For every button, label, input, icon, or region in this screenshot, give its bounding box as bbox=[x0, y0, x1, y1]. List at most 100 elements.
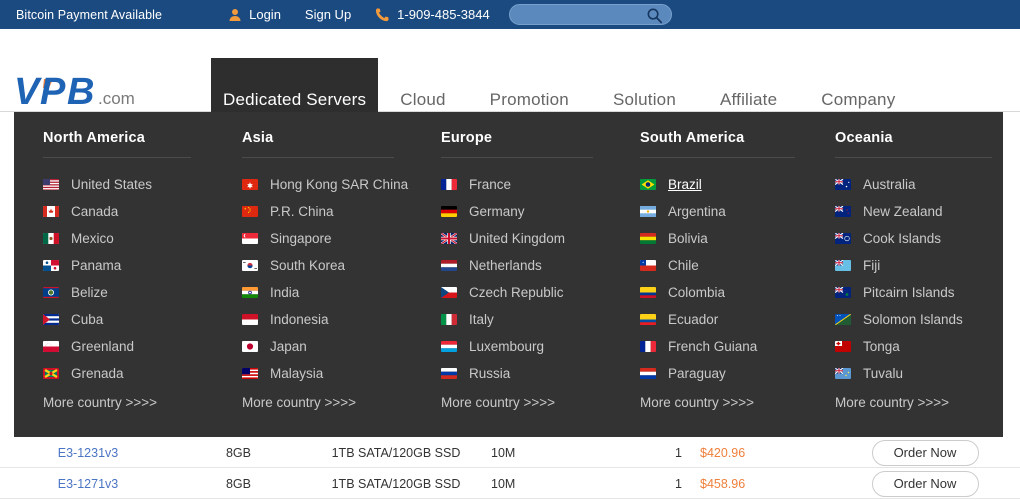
flag-gf-icon bbox=[640, 341, 656, 352]
more-country-link[interactable]: More country >>>> bbox=[640, 395, 835, 410]
country-item[interactable]: Italy bbox=[441, 306, 640, 333]
svg-text:P: P bbox=[40, 73, 66, 113]
flag-cu-icon bbox=[43, 314, 59, 325]
flag-it-icon bbox=[441, 314, 457, 325]
nav-label: Promotion bbox=[489, 89, 569, 109]
signup-link[interactable]: Sign Up bbox=[305, 7, 351, 22]
country-item[interactable]: Pitcairn Islands bbox=[835, 279, 1005, 306]
flag-pn-icon bbox=[835, 287, 851, 298]
country-item[interactable]: Solomon Islands bbox=[835, 306, 1005, 333]
country-label: French Guiana bbox=[668, 339, 758, 354]
country-label: France bbox=[469, 177, 512, 192]
country-item[interactable]: Fiji bbox=[835, 252, 1005, 279]
nav-label: Dedicated Servers bbox=[223, 89, 367, 109]
country-label: Russia bbox=[469, 366, 511, 381]
country-item[interactable]: Brazil bbox=[640, 171, 835, 198]
country-item[interactable]: Luxembourg bbox=[441, 333, 640, 360]
table-row: E3-1271v3 8GB 1TB SATA/120GB SSD 10M 1 $458.9… bbox=[0, 468, 1020, 499]
order-now-button[interactable]: Order Now bbox=[871, 470, 979, 497]
nav-label: Cloud bbox=[400, 89, 446, 109]
bandwidth-cell: 10M bbox=[491, 476, 516, 491]
country-item[interactable]: Canada bbox=[43, 198, 242, 225]
country-label: Indonesia bbox=[270, 312, 329, 327]
country-label: Germany bbox=[469, 204, 525, 219]
phone-icon bbox=[375, 7, 390, 22]
country-item[interactable]: Indonesia bbox=[242, 306, 441, 333]
country-item[interactable]: Belize bbox=[43, 279, 242, 306]
country-label: Cuba bbox=[71, 312, 104, 327]
flag-bo-icon bbox=[640, 233, 656, 244]
country-item[interactable]: South Korea bbox=[242, 252, 441, 279]
country-item[interactable]: Cook Islands bbox=[835, 225, 1005, 252]
country-item[interactable]: United States bbox=[43, 171, 242, 198]
country-item[interactable]: Tuvalu bbox=[835, 360, 1005, 387]
country-item[interactable]: Greenland bbox=[43, 333, 242, 360]
order-now-button[interactable]: Order Now bbox=[871, 439, 979, 466]
flag-ck-icon bbox=[835, 233, 851, 244]
country-item[interactable]: Malaysia bbox=[242, 360, 441, 387]
phone-display[interactable]: 1-909-485-3844 bbox=[375, 7, 490, 22]
country-item[interactable]: Hong Kong SAR China bbox=[242, 171, 441, 198]
country-item[interactable]: Tonga bbox=[835, 333, 1005, 360]
country-label: India bbox=[270, 285, 300, 300]
more-country-link[interactable]: More country >>>> bbox=[835, 395, 1005, 410]
nav-label: Affiliate bbox=[720, 89, 778, 109]
country-item[interactable]: Cuba bbox=[43, 306, 242, 333]
price-cell: $458.96 bbox=[700, 476, 746, 491]
country-label: Argentina bbox=[668, 204, 726, 219]
flag-ca-icon bbox=[43, 206, 59, 217]
flag-au-icon bbox=[835, 179, 851, 190]
site-logo[interactable]: V P B .com bbox=[14, 73, 199, 113]
more-country-link[interactable]: More country >>>> bbox=[441, 395, 640, 410]
flag-tv-icon bbox=[835, 368, 851, 379]
login-link[interactable]: Login bbox=[228, 7, 281, 22]
country-label: Luxembourg bbox=[469, 339, 545, 354]
country-item[interactable]: Ecuador bbox=[640, 306, 835, 333]
country-item[interactable]: India bbox=[242, 279, 441, 306]
country-item[interactable]: Chile bbox=[640, 252, 835, 279]
country-item[interactable]: Panama bbox=[43, 252, 242, 279]
country-item[interactable]: P.R. China bbox=[242, 198, 441, 225]
top-links: Login Sign Up 1-909-485-3844 bbox=[228, 7, 490, 22]
country-item[interactable]: Japan bbox=[242, 333, 441, 360]
country-item[interactable]: Netherlands bbox=[441, 252, 640, 279]
order-cell: Order Now bbox=[830, 468, 1020, 499]
more-country-link[interactable]: More country >>>> bbox=[242, 395, 441, 410]
country-label: United Kingdom bbox=[469, 231, 566, 246]
search-icon[interactable] bbox=[646, 7, 663, 29]
country-item[interactable]: Mexico bbox=[43, 225, 242, 252]
country-label: Belize bbox=[71, 285, 108, 300]
country-item[interactable]: Bolivia bbox=[640, 225, 835, 252]
country-item[interactable]: Grenada bbox=[43, 360, 242, 387]
country-label: New Zealand bbox=[863, 204, 943, 219]
country-item[interactable]: Russia bbox=[441, 360, 640, 387]
cpu-model-link[interactable]: E3-1231v3 bbox=[0, 437, 176, 468]
country-label: Ecuador bbox=[668, 312, 719, 327]
more-country-link[interactable]: More country >>>> bbox=[43, 395, 242, 410]
search-box[interactable] bbox=[509, 4, 672, 25]
country-item[interactable]: France bbox=[441, 171, 640, 198]
country-item[interactable]: Germany bbox=[441, 198, 640, 225]
ram-cell: 8GB bbox=[225, 445, 251, 460]
dropdown-column-north-america: North America United States Canada Mexico Pa… bbox=[43, 112, 242, 437]
flag-to-icon bbox=[835, 341, 851, 352]
dropdown-column-title: Europe bbox=[441, 130, 593, 158]
svg-text:V: V bbox=[14, 73, 42, 113]
country-item[interactable]: United Kingdom bbox=[441, 225, 640, 252]
flag-cl-icon bbox=[640, 260, 656, 271]
country-item[interactable]: Argentina bbox=[640, 198, 835, 225]
country-item[interactable]: French Guiana bbox=[640, 333, 835, 360]
country-label: Cook Islands bbox=[863, 231, 942, 246]
country-item[interactable]: Paraguay bbox=[640, 360, 835, 387]
country-item[interactable]: New Zealand bbox=[835, 198, 1005, 225]
country-item[interactable]: Singapore bbox=[242, 225, 441, 252]
cpu-model-link[interactable]: E3-1271v3 bbox=[0, 468, 176, 499]
country-item[interactable]: Czech Republic bbox=[441, 279, 640, 306]
country-label: United States bbox=[71, 177, 153, 192]
country-label: Greenland bbox=[71, 339, 135, 354]
country-item[interactable]: Colombia bbox=[640, 279, 835, 306]
country-item[interactable]: Australia bbox=[835, 171, 1005, 198]
country-label: Pitcairn Islands bbox=[863, 285, 955, 300]
country-label: Brazil bbox=[668, 177, 702, 192]
flag-ec-icon bbox=[640, 314, 656, 325]
